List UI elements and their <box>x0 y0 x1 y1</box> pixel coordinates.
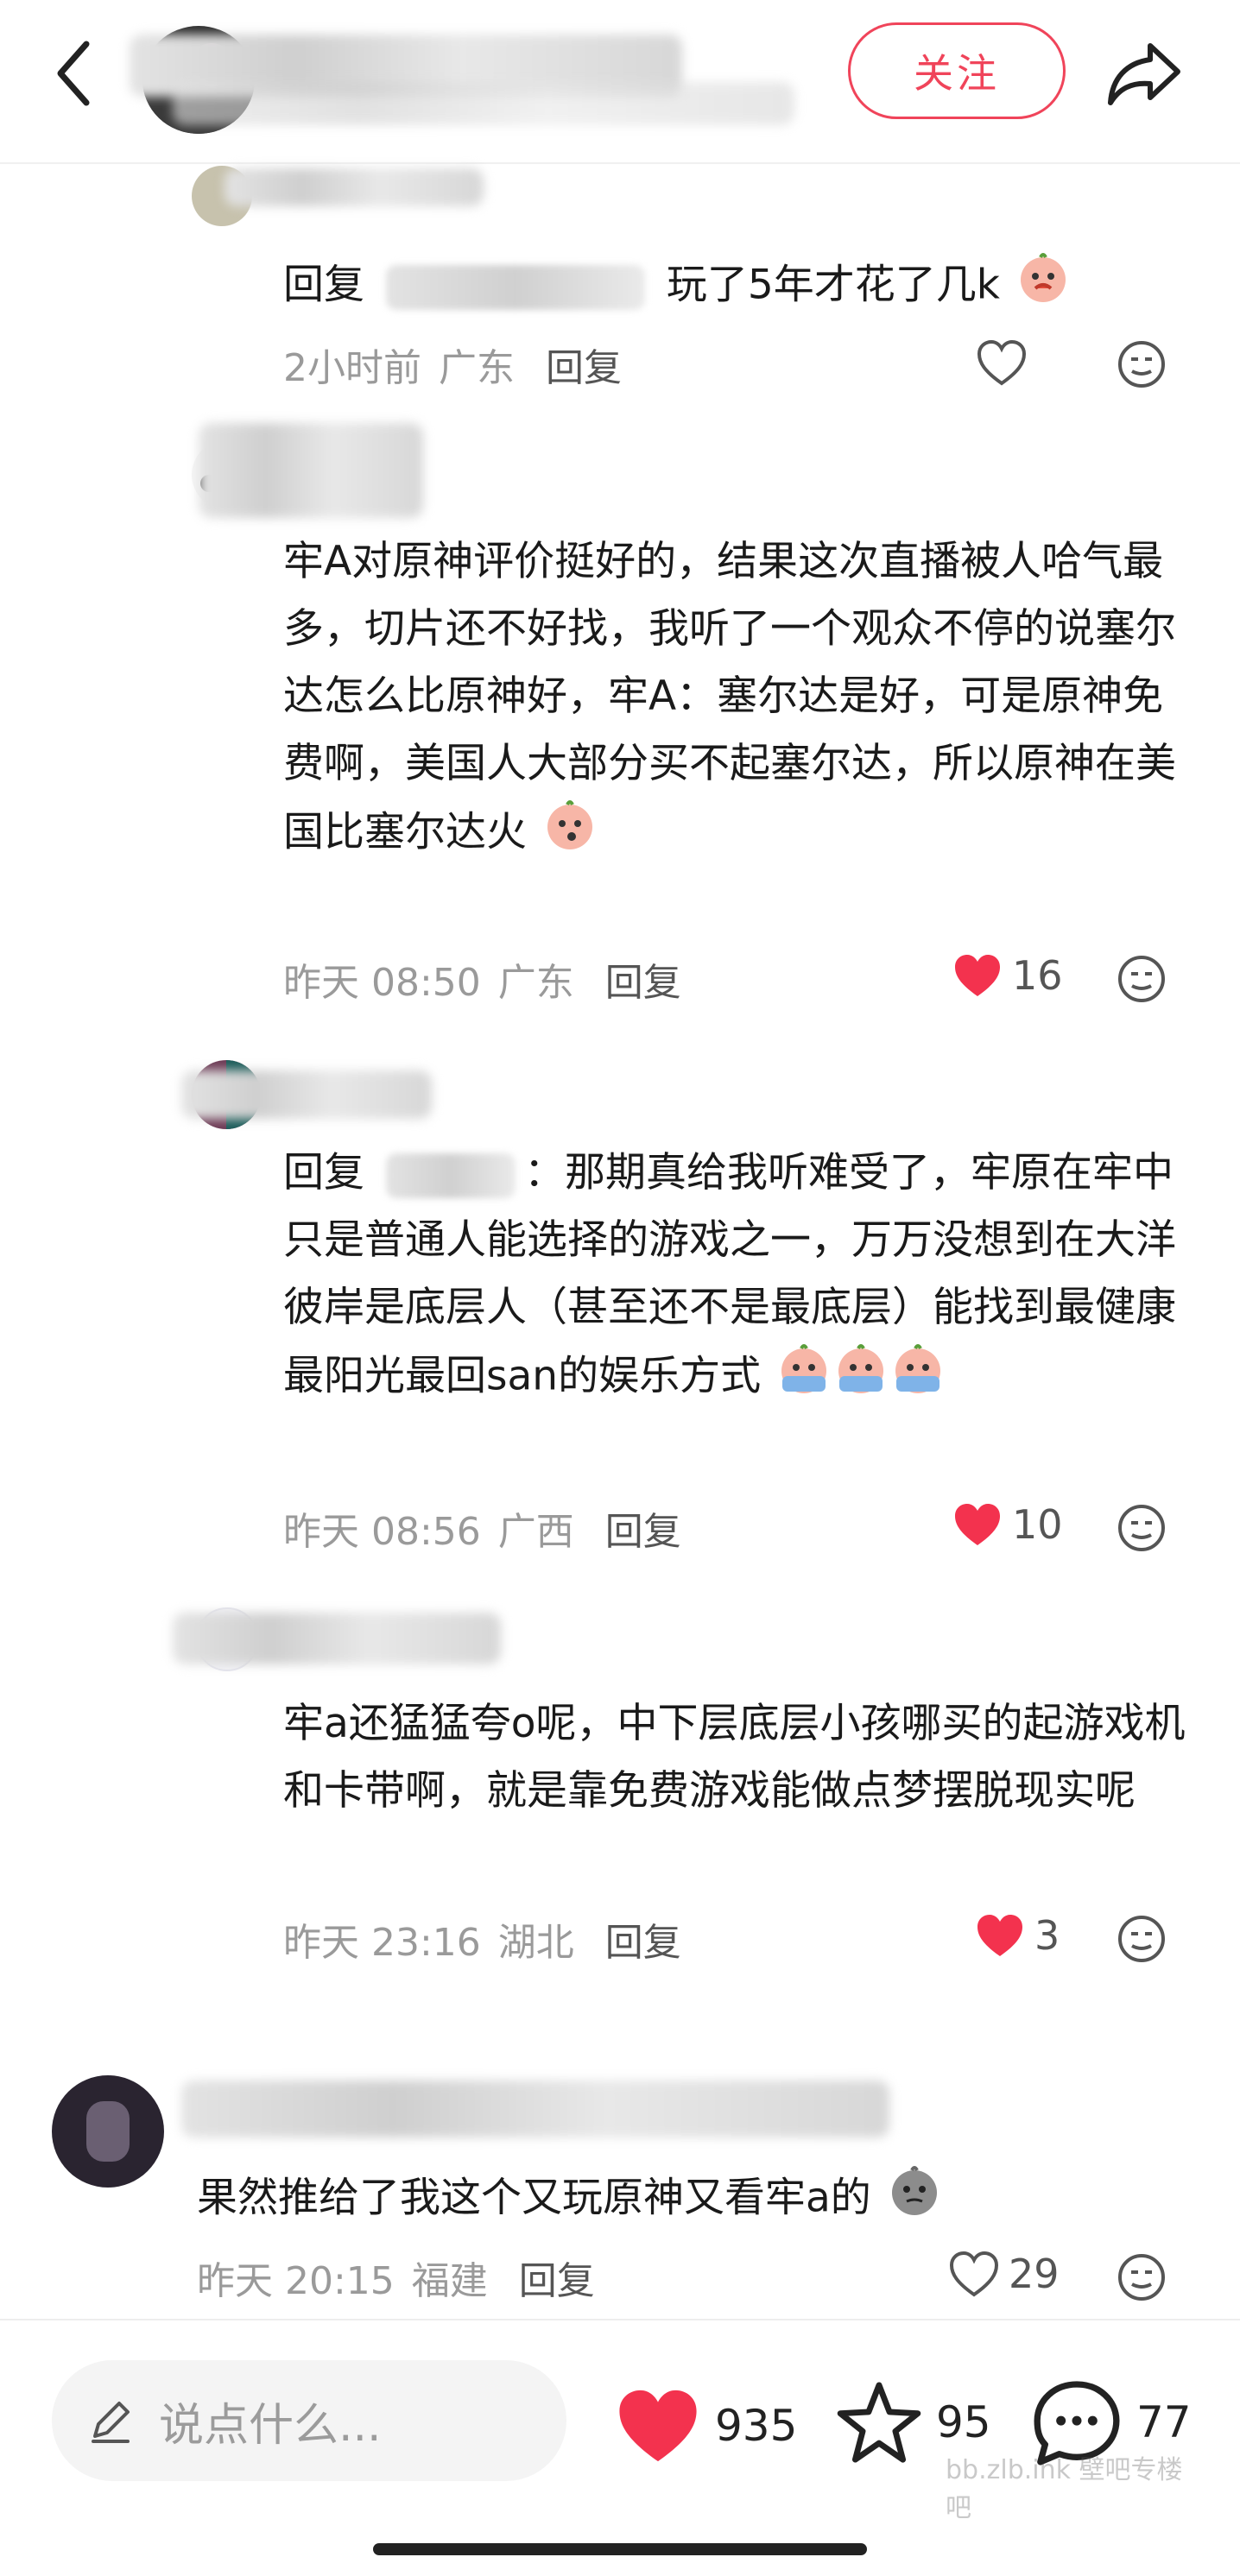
comment-text: 回复 玩了5年才花了几k <box>283 250 1199 325</box>
like-count: 29 <box>1009 2251 1060 2297</box>
comment-meta: 2小时前 广东 回复 <box>283 337 622 392</box>
reply-button[interactable]: 回复 <box>605 1911 681 1967</box>
meh-face-icon <box>1118 2254 1165 2301</box>
back-button[interactable] <box>43 35 104 112</box>
post-like-button[interactable]: 935 <box>613 2384 797 2467</box>
commenter-name-blurred <box>181 1070 432 1119</box>
commenter-name-blurred <box>173 1613 501 1664</box>
like-count: 16 <box>1012 952 1063 999</box>
comment-input-placeholder: 说点什么... <box>159 2399 382 2452</box>
crying-emoji-icon <box>834 1342 888 1416</box>
comment-text: 牢A对原神评价挺好的，结果这次直播被人哈气最多，切片还不好找，我听了一个观众不停… <box>283 528 1199 872</box>
reply-button[interactable]: 回复 <box>519 2250 595 2305</box>
comment-time: 2小时前 <box>283 346 421 390</box>
heart-filled-icon <box>955 955 1000 996</box>
crying-emoji-icon <box>1016 250 1070 325</box>
heart-filled-icon <box>619 2390 697 2462</box>
top-bar: 关注 <box>0 0 1240 164</box>
blushing-emoji-icon <box>543 798 597 872</box>
reply-prefix: 回复 <box>283 261 364 309</box>
comment-text: 果然推给了我这个又玩原神又看牢a的 <box>197 2163 1112 2238</box>
emoji-reaction-button[interactable] <box>1116 2251 1167 2303</box>
like-button[interactable] <box>976 338 1036 387</box>
comment-meta: 昨天 08:56 广西 回复 <box>283 1500 681 1556</box>
emoji-reaction-button[interactable] <box>1116 953 1167 1005</box>
post-star-count: 95 <box>936 2397 991 2447</box>
like-button[interactable]: 16 <box>952 951 1063 1000</box>
meh-face-icon <box>1118 341 1165 388</box>
reply-button[interactable]: 回复 <box>605 1500 681 1556</box>
author-name-blurred-2 <box>173 82 794 125</box>
pencil-icon <box>92 2402 130 2443</box>
reply-target-blurred <box>385 1152 516 1198</box>
comment-location: 湖北 <box>497 1921 574 1965</box>
commenter-avatar[interactable] <box>52 2075 164 2188</box>
grey-face-emoji-icon <box>888 2163 941 2238</box>
comment-time: 昨天 08:56 <box>283 1510 481 1554</box>
home-indicator[interactable] <box>373 2543 867 2555</box>
reply-target-blurred <box>385 265 645 310</box>
comment-meta: 昨天 23:16 湖北 回复 <box>283 1911 681 1967</box>
crying-emoji-icon <box>777 1342 831 1416</box>
reply-prefix: 回复 <box>283 1149 364 1196</box>
comment-location: 福建 <box>411 2259 488 2303</box>
commenter-name-blurred <box>181 2080 889 2137</box>
meh-face-icon <box>1118 1916 1165 1962</box>
meh-face-icon <box>1118 1505 1165 1551</box>
chevron-left-icon <box>57 41 90 106</box>
comment-body: 果然推给了我这个又玩原神又看牢a的 <box>197 2174 871 2222</box>
heart-filled-icon <box>955 1504 1000 1545</box>
comment-location: 广东 <box>497 961 574 1005</box>
like-button[interactable]: 3 <box>974 1911 1060 1960</box>
like-button[interactable]: 10 <box>952 1500 1063 1549</box>
like-count: 10 <box>1012 1501 1063 1548</box>
heart-outline-icon <box>977 339 1027 386</box>
comment-input[interactable]: 说点什么... <box>52 2360 566 2481</box>
comment-time: 昨天 23:16 <box>283 1921 481 1965</box>
comment-text: 牢a还猛猛夸o呢，中下层底层小孩哪买的起游戏机和卡带啊，就是靠免费游戏能做点梦摆… <box>283 1690 1199 1825</box>
commenter-name-blurred <box>199 423 423 518</box>
reply-button[interactable]: 回复 <box>546 337 622 392</box>
comment-location: 广东 <box>439 346 515 390</box>
emoji-reaction-button[interactable] <box>1116 338 1167 390</box>
comment-body: 牢A对原神评价挺好的，结果这次直播被人哈气最多，切片还不好找，我听了一个观众不停… <box>283 538 1176 856</box>
heart-filled-icon <box>977 1915 1022 1956</box>
post-comment-count: 77 <box>1136 2397 1192 2447</box>
emoji-reaction-button[interactable] <box>1116 1913 1167 1965</box>
crying-emoji-icon <box>891 1342 945 1416</box>
watermark: bb.zlb.ink 壁吧专楼吧 <box>946 2455 1183 2523</box>
reply-button[interactable]: 回复 <box>605 951 681 1007</box>
post-like-count: 935 <box>715 2401 798 2451</box>
comment-location: 广西 <box>497 1510 574 1554</box>
share-icon <box>1108 43 1180 105</box>
comment-time: 昨天 08:50 <box>283 961 481 1005</box>
comment-body: 玩了5年才花了几k <box>666 261 1001 309</box>
commenter-name-blurred <box>225 168 484 206</box>
comment-body: 牢a还猛猛夸o呢，中下层底层小孩哪买的起游戏机和卡带啊，就是靠免费游戏能做点梦摆… <box>283 1700 1186 1815</box>
share-button[interactable] <box>1097 26 1192 121</box>
meh-face-icon <box>1118 956 1165 1002</box>
comment-time: 昨天 20:15 <box>197 2259 395 2303</box>
follow-button[interactable]: 关注 <box>848 22 1066 119</box>
star-outline-icon <box>837 2382 921 2463</box>
comment-meta: 昨天 20:15 福建 回复 <box>197 2250 595 2305</box>
emoji-reaction-button[interactable] <box>1116 1502 1167 1554</box>
comment-text: 回复 ：那期真给我听难受了，牢原在牢中只是普通人能选择的游戏之一，万万没想到在大… <box>283 1140 1199 1416</box>
comment-meta: 昨天 08:50 广东 回复 <box>283 951 681 1007</box>
like-count: 3 <box>1034 1912 1060 1959</box>
like-button[interactable]: 29 <box>948 2250 1060 2298</box>
heart-outline-icon <box>949 2251 999 2297</box>
